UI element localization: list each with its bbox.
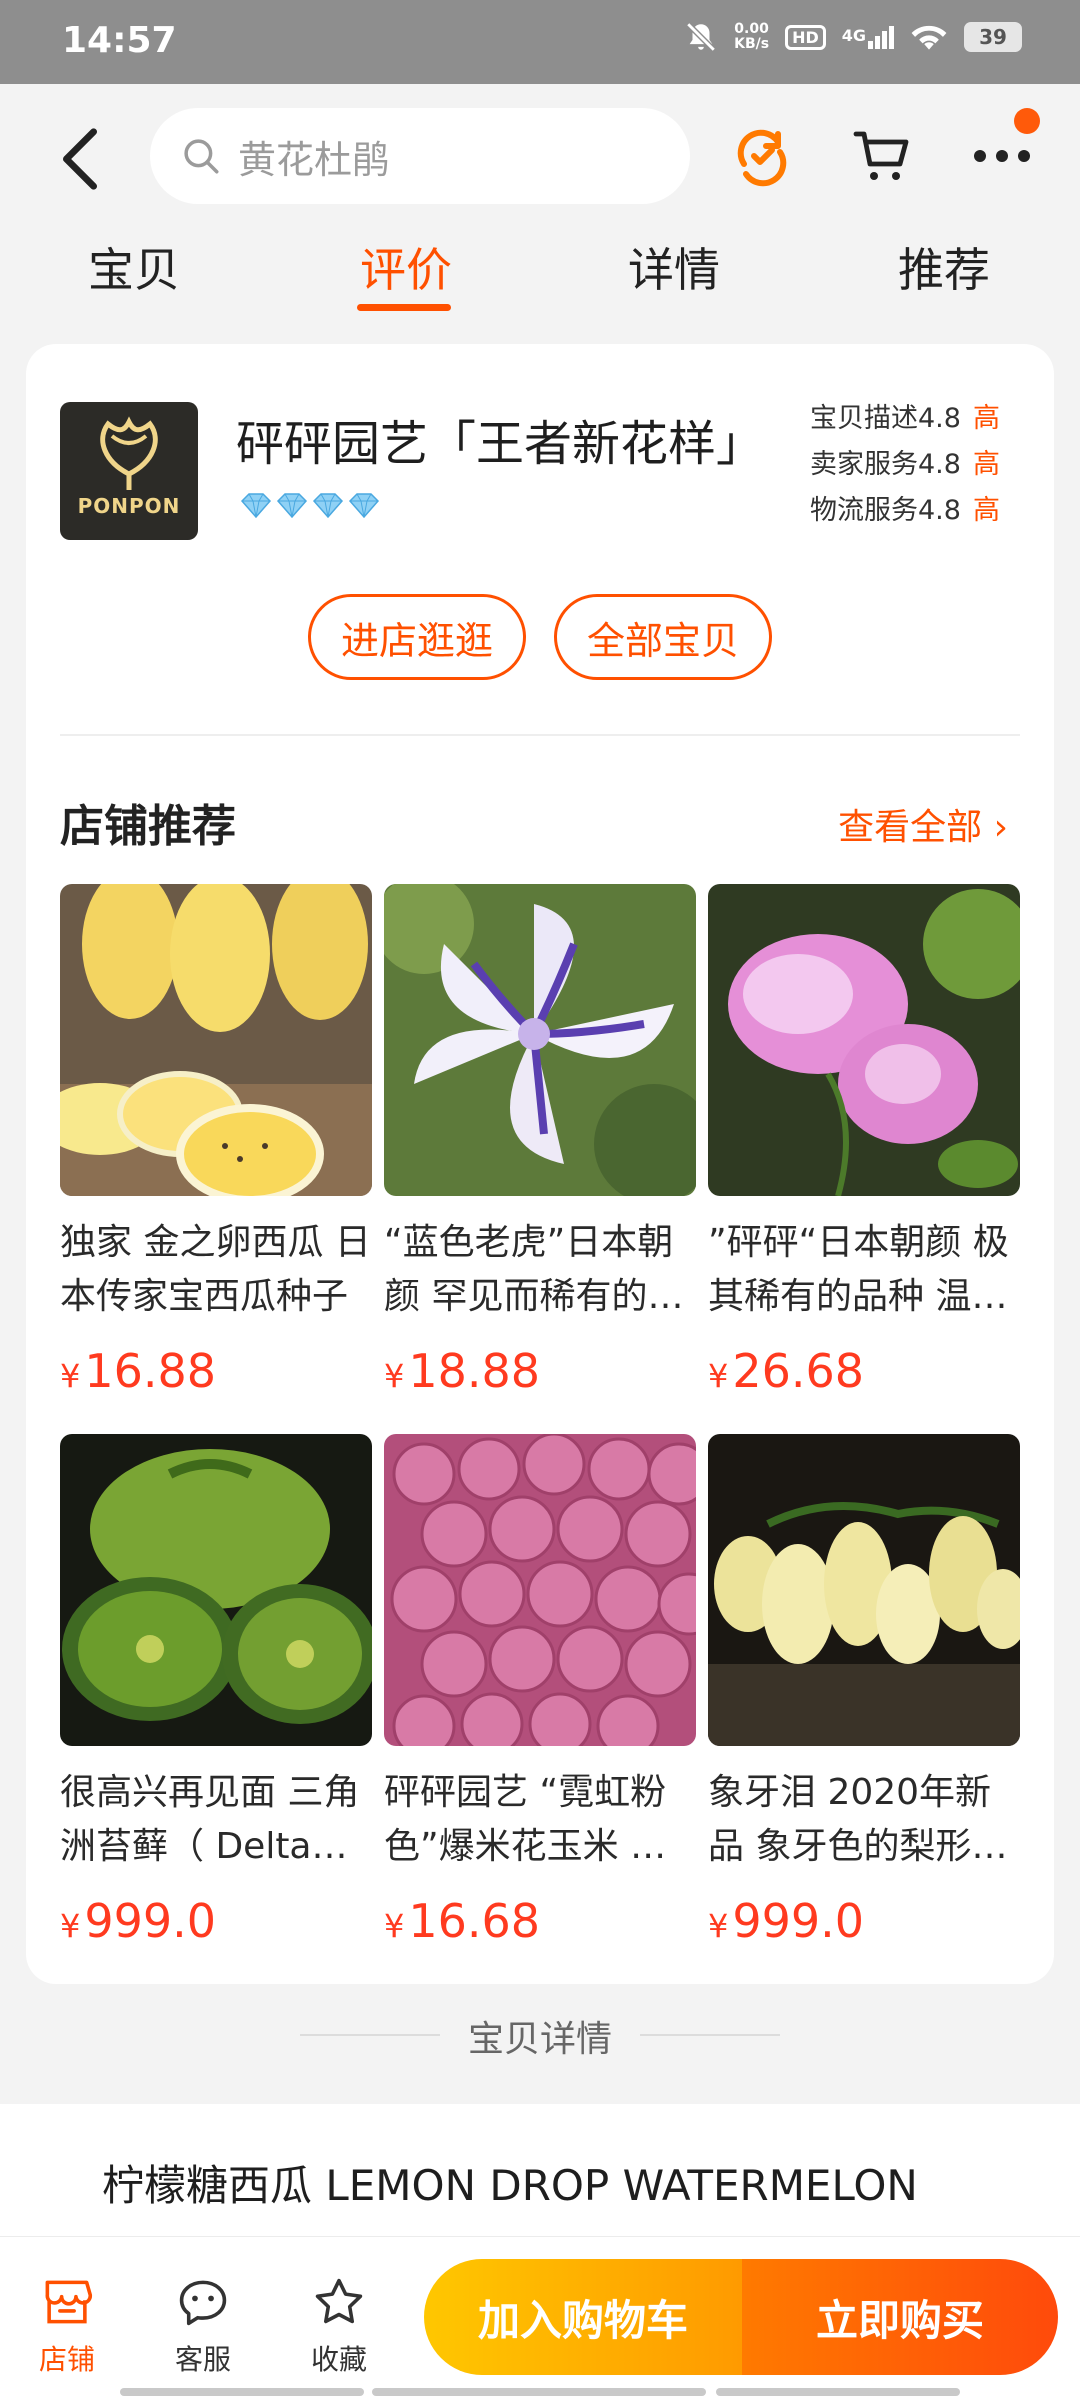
star-icon [315, 2278, 363, 2324]
shop-ratings: 宝贝描述4.8 高 卖家服务4.8 高 物流服务4.8 高 [810, 396, 1000, 534]
shop-logo[interactable]: PONPON [60, 402, 198, 540]
product-price: ¥26.68 [708, 1344, 865, 1398]
shop-name[interactable]: 砰砰园艺「王者新花样」 [236, 404, 764, 474]
tab-recommend[interactable]: 推荐 [874, 234, 1014, 300]
product-card[interactable]: 很高兴再见面 三角洲苔藓（ Delta Moss） ¥999.0 [60, 1434, 372, 1948]
diamond-icon [276, 493, 308, 518]
status-bar: 14:57 0.00 KB/s HD 4G 39 [0, 0, 1080, 84]
net-speed: 0.00 KB/s [734, 21, 770, 52]
store-recommend-title: 店铺推荐 [60, 801, 236, 852]
product-image-watermelon[interactable] [60, 884, 372, 1196]
product-image-blue-tiger-morning-glory[interactable] [384, 884, 696, 1196]
diamond-icon [348, 493, 380, 518]
tab-items[interactable]: 宝贝 [64, 234, 204, 300]
battery-icon: 39 [964, 22, 1022, 52]
product-detail-divider: 宝贝详情 [0, 2010, 1080, 2062]
product-detail-content: 柠檬糖西瓜 LEMON DROP WATERMELON [0, 2104, 1080, 2240]
signal-icon: 4G [842, 25, 894, 49]
mute-bell-icon [686, 22, 716, 52]
product-title: ”砰砰“日本朝颜 极其稀有的品种 温室种植 [708, 1222, 1009, 1317]
product-image-ivory-tomato[interactable] [708, 1434, 1020, 1746]
gesture-bar [372, 2388, 706, 2396]
search-placeholder: 黄花杜鹃 [238, 137, 391, 182]
product-card[interactable]: 独家 金之卵西瓜 日本传家宝西瓜种子 ¥16.88 [60, 884, 372, 1398]
shop-card: PONPON 砰砰园艺「王者新花样」 宝贝描述4.8 高 卖家服务4.8 高 物流服… [26, 344, 1054, 1984]
diamond-icon [240, 493, 272, 518]
enter-store-button[interactable]: 进店逛逛 [308, 594, 526, 680]
add-to-cart-button[interactable]: 加入购物车 [424, 2259, 742, 2375]
status-time: 14:57 [62, 20, 177, 61]
tab-reviews[interactable]: 评价 [336, 234, 476, 300]
back-arrow-icon[interactable] [58, 124, 102, 194]
product-image-pink-popcorn[interactable] [384, 1434, 696, 1746]
product-image-ponpon-morning-glory[interactable] [708, 884, 1020, 1196]
product-card[interactable]: ”砰砰“日本朝颜 极其稀有的品种 温室种植 ¥26.68 [708, 884, 1020, 1398]
status-icons: 0.00 KB/s HD 4G 39 [684, 20, 1022, 54]
ginkgo-logo-icon [100, 416, 158, 490]
store-button[interactable]: 店铺 [12, 2277, 122, 2378]
search-icon [184, 139, 219, 174]
gesture-bar [716, 2388, 960, 2396]
bottom-action-bar: 店铺 客服 收藏 加入购物车 立即购买 [0, 2236, 1080, 2400]
rating-service: 卖家服务4.8 高 [810, 449, 1000, 480]
product-card[interactable]: 象牙泪 2020年新品 象牙色的梨形番茄 ¥999.0 [708, 1434, 1020, 1948]
see-all-link[interactable]: 查看全部 › [838, 798, 1008, 850]
store-icon [45, 2280, 93, 2324]
product-price: ¥999.0 [708, 1894, 865, 1948]
product-card[interactable]: 砰砰园艺 “霓虹粉色”爆米花玉米 早熟品种 ¥16.68 [384, 1434, 696, 1948]
shop-logo-text: PONPON [77, 494, 181, 518]
divider [60, 734, 1020, 736]
product-title: “蓝色老虎”日本朝颜 罕见而稀有的品种 [384, 1222, 684, 1317]
search-input[interactable]: 黄花杜鹃 [150, 108, 690, 204]
buy-now-button[interactable]: 立即购买 [742, 2259, 1058, 2375]
product-title: 独家 金之卵西瓜 日本传家宝西瓜种子 [60, 1222, 371, 1317]
all-items-button[interactable]: 全部宝贝 [554, 594, 772, 680]
service-label: 客服 [174, 2343, 231, 2376]
tab-bar: 宝贝 评价 详情 推荐 [0, 234, 1080, 324]
shop-level-diamonds [240, 492, 380, 518]
product-header: 黄花杜鹃 宝贝 评价 详情 推荐 [0, 84, 1080, 334]
wifi-icon [911, 25, 947, 50]
product-title: 很高兴再见面 三角洲苔藓（ Delta Moss） [60, 1772, 360, 1867]
hd-badge: HD [785, 24, 826, 50]
rating-description: 宝贝描述4.8 高 [810, 403, 1000, 434]
product-detail-label: 宝贝详情 [467, 2019, 612, 2060]
product-card[interactable]: “蓝色老虎”日本朝颜 罕见而稀有的品种 ¥18.88 [384, 884, 696, 1398]
store-label: 店铺 [38, 2343, 95, 2376]
product-price: ¥16.88 [60, 1344, 217, 1398]
favorite-label: 收藏 [310, 2343, 367, 2376]
favorite-button[interactable]: 收藏 [284, 2277, 394, 2378]
chevron-right-icon: › [993, 807, 1008, 848]
product-image-green-tomato[interactable] [60, 1434, 372, 1746]
product-price: ¥18.88 [384, 1344, 541, 1398]
gesture-bar [120, 2388, 364, 2396]
product-title: 砰砰园艺 “霓虹粉色”爆米花玉米 早熟品种 [384, 1772, 667, 1867]
customer-service-button[interactable]: 客服 [148, 2277, 258, 2378]
share-icon[interactable] [730, 124, 794, 188]
product-price: ¥16.68 [384, 1894, 541, 1948]
notification-dot [1014, 108, 1040, 134]
product-price: ¥999.0 [60, 1894, 217, 1948]
cart-icon[interactable] [850, 124, 914, 188]
tab-details[interactable]: 详情 [604, 234, 744, 300]
detail-first-line: 柠檬糖西瓜 LEMON DROP WATERMELON [102, 2161, 918, 2210]
product-title: 象牙泪 2020年新品 象牙色的梨形番茄 [708, 1772, 1008, 1867]
service-chat-icon [179, 2280, 227, 2326]
tab-active-indicator [357, 304, 451, 311]
diamond-icon [312, 493, 344, 518]
rating-logistics: 物流服务4.8 高 [810, 495, 1000, 526]
